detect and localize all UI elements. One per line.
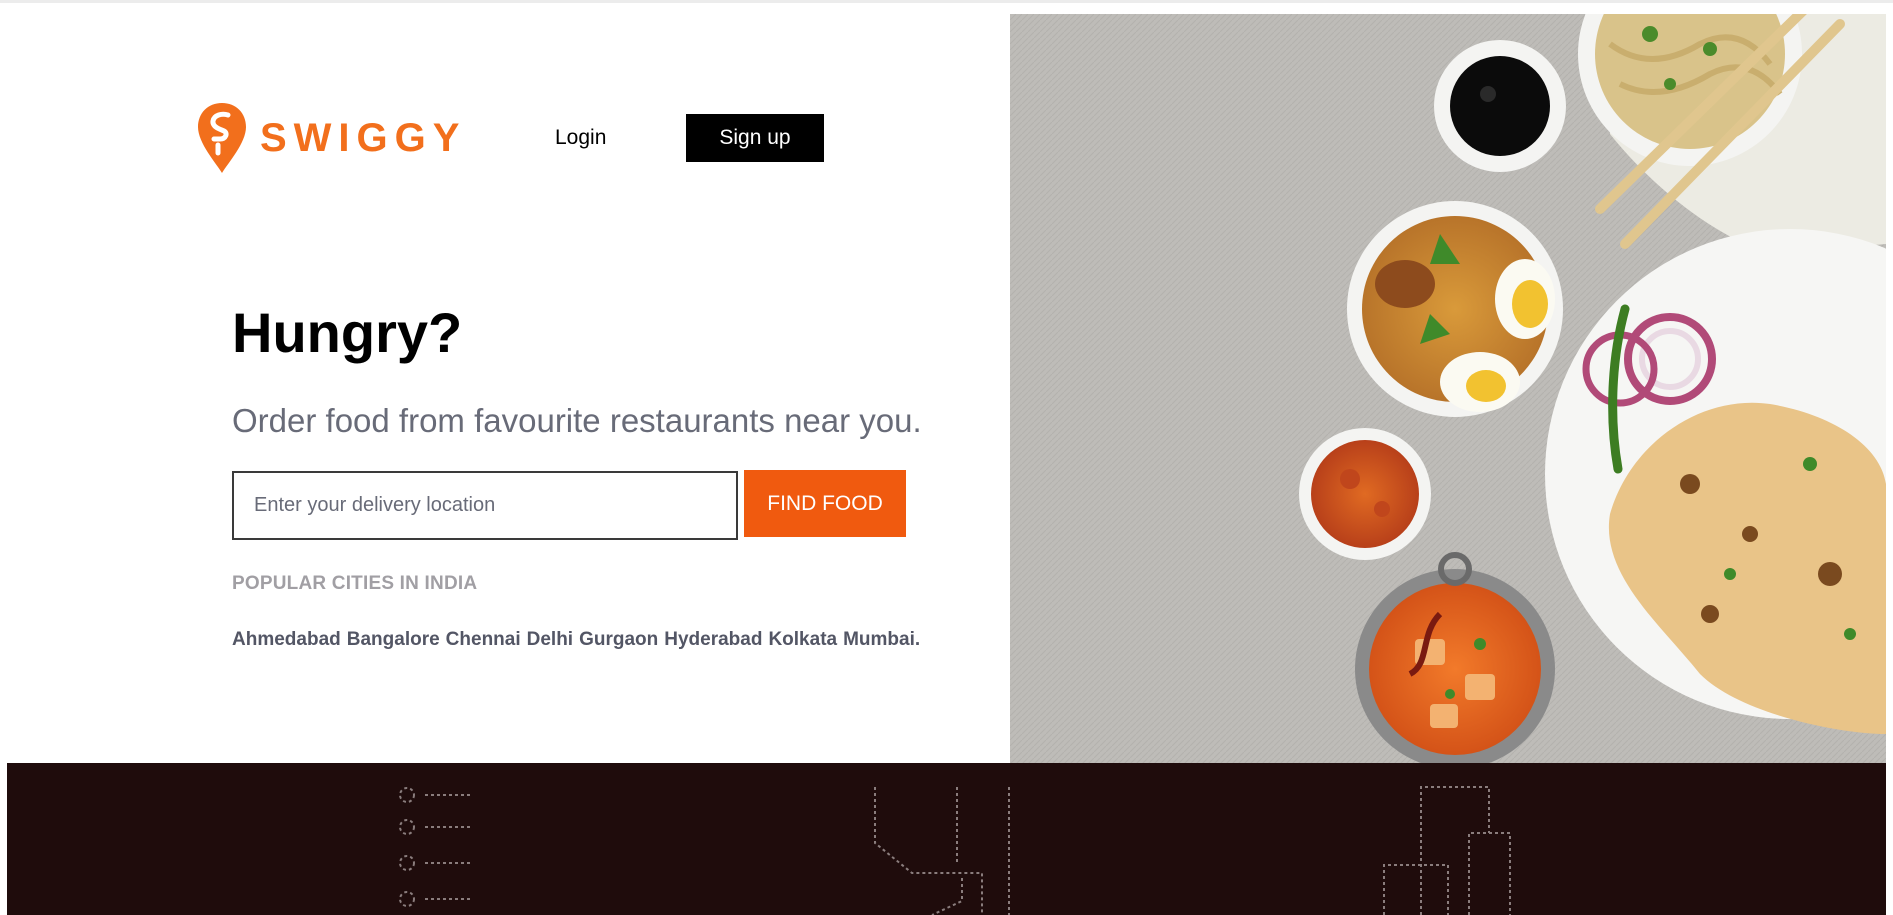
city-link-gurgaon[interactable]: Gurgaon xyxy=(579,629,658,651)
city-link-mumbai[interactable]: Mumbai. xyxy=(843,629,920,651)
swiggy-logo[interactable]: SWIGGY xyxy=(196,101,466,175)
city-link-delhi[interactable]: Delhi xyxy=(527,629,573,651)
city-link-ahmedabad[interactable]: Ahmedabad xyxy=(232,629,341,651)
city-link-bangalore[interactable]: Bangalore xyxy=(347,629,440,651)
dotted-list-icon xyxy=(399,787,471,907)
popular-cities-title: POPULAR CITIES IN INDIA xyxy=(232,573,478,594)
find-food-button[interactable]: FIND FOOD xyxy=(744,470,906,537)
logo-text: SWIGGY xyxy=(260,115,467,160)
footer-band xyxy=(7,763,1886,915)
city-link-hyderabad[interactable]: Hyderabad xyxy=(664,629,762,651)
delivery-location-input[interactable] xyxy=(232,471,738,540)
login-link[interactable]: Login xyxy=(555,126,606,150)
hero-subtitle: Order food from favourite restaurants ne… xyxy=(232,402,922,439)
food-hero-image xyxy=(1010,14,1886,763)
signup-button[interactable]: Sign up xyxy=(686,114,824,162)
city-link-chennai[interactable]: Chennai xyxy=(446,629,521,651)
food-illustration xyxy=(1010,14,1886,763)
city-link-kolkata[interactable]: Kolkata xyxy=(768,629,837,651)
dotted-path-icon xyxy=(874,787,1010,915)
dotted-buildings-icon xyxy=(1383,786,1511,915)
popular-cities-list: Ahmedabad Bangalore Chennai Delhi Gurgao… xyxy=(232,629,920,651)
hero-title: Hungry? xyxy=(232,301,463,364)
swiggy-pin-logo-icon xyxy=(198,103,246,173)
